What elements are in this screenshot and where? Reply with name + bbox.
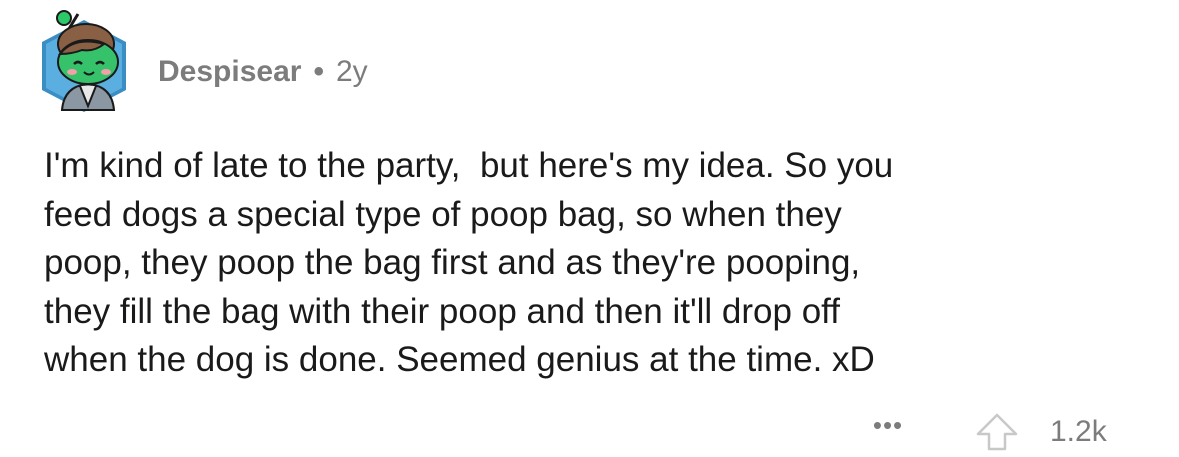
comment: Despisear • 2y I'm kind of late to the p… [0, 0, 1179, 454]
comment-body: I'm kind of late to the party, but here'… [44, 142, 1154, 385]
more-options-button[interactable]: ••• [866, 410, 910, 440]
avatar-icon [42, 10, 126, 112]
more-options-icon: ••• [872, 409, 904, 440]
user-avatar[interactable] [34, 6, 134, 118]
username-link[interactable]: Despisear [158, 55, 301, 89]
comment-body-line: I'm kind of late to the party, but here'… [44, 146, 894, 185]
comment-age: 2y [335, 55, 368, 88]
separator-dot: • [313, 55, 324, 88]
comment-header: Despisear • 2y [158, 50, 368, 94]
upvote-arrow-icon [976, 413, 1018, 451]
comment-body-line: they fill the bag with their poop and th… [44, 291, 840, 331]
comment-body-line: when the dog is done. Seemed genius at t… [44, 340, 875, 379]
comment-body-line: poop, they poop the bag first and as the… [44, 243, 861, 282]
upvote-button[interactable] [974, 412, 1020, 452]
vote-score: 1.2k [1050, 415, 1107, 448]
comment-body-line: feed dogs a special type of poop bag, so… [44, 194, 842, 234]
